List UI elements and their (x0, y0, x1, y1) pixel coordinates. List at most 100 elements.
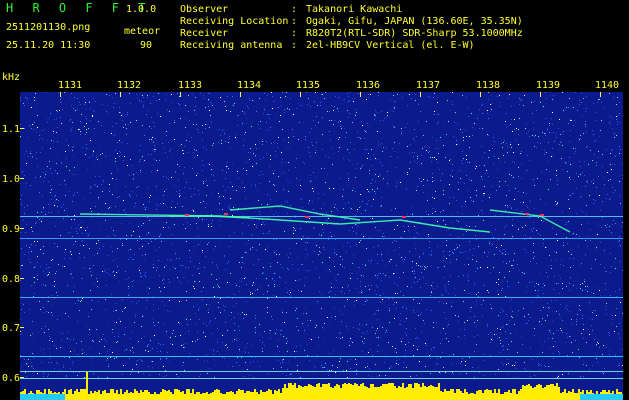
noise-speckle (308, 147, 309, 148)
noise-speckle (242, 312, 243, 313)
noise-speckle (499, 95, 500, 96)
noise-speckle (520, 100, 521, 101)
noise-speckle (570, 277, 571, 278)
noise-speckle (193, 286, 194, 287)
noise-speckle (484, 165, 485, 166)
noise-speckle (90, 271, 91, 272)
noise-speckle (606, 227, 607, 228)
noise-speckle (61, 97, 62, 98)
noise-speckle (129, 194, 130, 195)
noise-speckle (69, 170, 70, 171)
noise-speckle (154, 178, 155, 179)
noise-speckle (425, 366, 426, 367)
noise-speckle (581, 197, 582, 198)
noise-speckle (409, 153, 410, 154)
noise-speckle (461, 206, 462, 207)
noise-speckle (329, 188, 330, 189)
noise-speckle (380, 230, 381, 231)
noise-speckle (481, 176, 482, 177)
noise-speckle (68, 316, 69, 317)
noise-speckle (524, 273, 525, 274)
noise-speckle (185, 105, 186, 106)
carrier-line (20, 378, 623, 379)
noise-speckle (359, 242, 360, 243)
noise-speckle (619, 289, 620, 290)
noise-speckle (208, 312, 209, 313)
noise-speckle (352, 263, 353, 264)
noise-speckle (431, 237, 432, 238)
noise-speckle (389, 277, 390, 278)
noise-speckle (538, 217, 539, 218)
noise-speckle (196, 175, 197, 176)
noise-speckle (619, 196, 620, 197)
noise-speckle (371, 285, 372, 286)
noise-speckle (498, 284, 499, 285)
noise-speckle (40, 309, 41, 310)
info-colon: : (291, 16, 298, 27)
noise-speckle (232, 366, 233, 367)
noise-speckle (61, 207, 62, 208)
time-tick-label: 1133 (178, 80, 203, 91)
noise-level-bar (118, 394, 120, 400)
noise-level-bar (234, 394, 236, 400)
noise-speckle (276, 254, 277, 255)
noise-speckle (490, 272, 491, 273)
noise-speckle (279, 277, 280, 278)
noise-speckle (178, 322, 179, 323)
noise-level-bar (284, 384, 286, 400)
noise-speckle (140, 276, 141, 277)
noise-speckle (411, 98, 412, 99)
noise-speckle (335, 204, 336, 205)
noise-speckle (22, 171, 23, 172)
noise-speckle (366, 354, 367, 355)
noise-speckle (335, 294, 336, 295)
noise-speckle (400, 291, 401, 292)
noise-speckle (287, 341, 288, 342)
noise-speckle (463, 158, 464, 159)
noise-speckle (202, 139, 203, 140)
noise-speckle (232, 104, 233, 105)
noise-speckle (569, 141, 570, 142)
noise-level-bar (378, 387, 380, 400)
noise-speckle (476, 294, 477, 295)
noise-speckle (400, 237, 401, 238)
noise-speckle (356, 112, 357, 113)
noise-level-bar (450, 389, 452, 400)
noise-speckle (506, 195, 507, 196)
noise-speckle (200, 374, 201, 375)
noise-speckle (229, 235, 230, 236)
noise-speckle (58, 200, 59, 201)
noise-speckle (48, 329, 49, 330)
noise-speckle (579, 104, 580, 105)
noise-speckle (40, 249, 41, 250)
noise-speckle (446, 245, 447, 246)
noise-level-bar (316, 384, 318, 400)
noise-speckle (346, 132, 347, 133)
noise-speckle (469, 226, 470, 227)
noise-speckle (428, 152, 429, 153)
noise-speckle (112, 126, 113, 127)
noise-speckle (330, 139, 331, 140)
noise-speckle (96, 278, 97, 279)
noise-speckle (31, 285, 32, 286)
noise-speckle (343, 189, 344, 190)
noise-speckle (329, 370, 330, 371)
noise-speckle (469, 250, 470, 251)
noise-speckle (401, 341, 402, 342)
noise-level-bar (268, 389, 270, 400)
noise-speckle (168, 142, 169, 143)
noise-speckle (396, 186, 397, 187)
noise-speckle (322, 149, 323, 150)
noise-speckle (342, 196, 343, 197)
noise-speckle (243, 318, 244, 319)
time-tick-mark (480, 92, 481, 97)
noise-speckle (90, 208, 91, 209)
noise-speckle (263, 113, 264, 114)
noise-speckle (424, 269, 425, 270)
noise-level-bar (394, 386, 396, 400)
noise-speckle (276, 250, 277, 251)
noise-speckle (55, 200, 56, 201)
noise-speckle (557, 240, 558, 241)
noise-speckle (397, 182, 398, 183)
noise-speckle (264, 345, 265, 346)
